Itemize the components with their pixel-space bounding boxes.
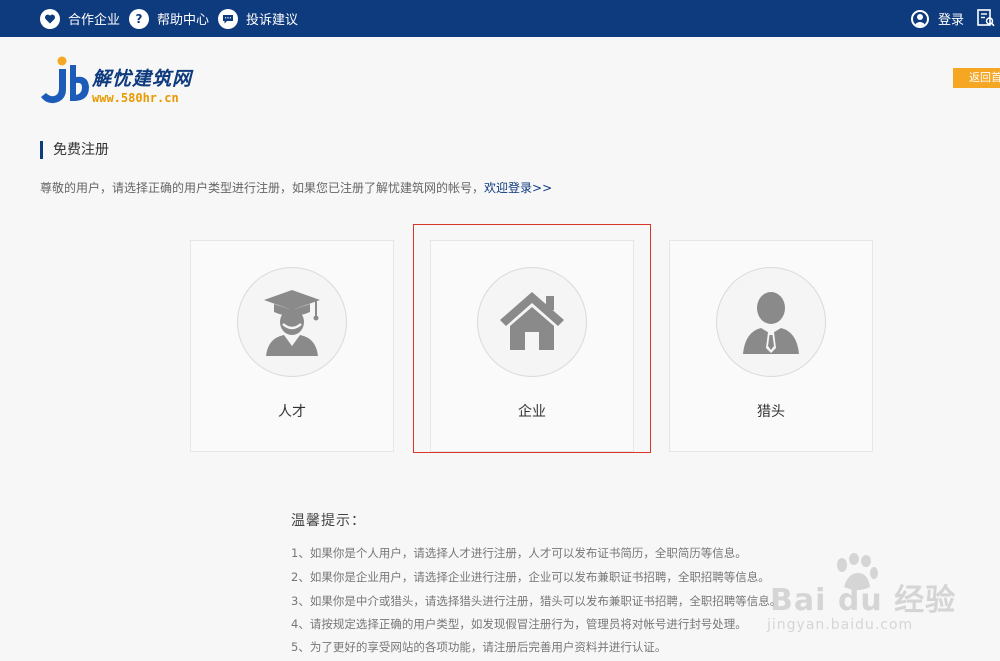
- logo-url: www.580hr.cn: [92, 91, 179, 105]
- logo-mark-icon: [41, 56, 89, 104]
- complaint-label: 投诉建议: [246, 13, 299, 28]
- back-home-button[interactable]: 返回首页: [953, 68, 1000, 88]
- user-icon: [911, 9, 929, 28]
- tip-item: 4、请按规定选择正确的用户类型，如发现假冒注册行为，管理员将对帐号进行封号处理。: [291, 617, 747, 631]
- businessman-icon: [743, 292, 799, 354]
- login-label: 登录: [938, 13, 965, 28]
- complaint-link[interactable]: 投诉建议: [218, 0, 298, 37]
- partner-label: 合作企业: [68, 13, 121, 28]
- talent-circle: [237, 267, 347, 377]
- enterprise-circle: [477, 267, 587, 377]
- card-headhunter[interactable]: 猎头: [669, 240, 873, 452]
- help-label: 帮助中心: [157, 13, 210, 28]
- section-title: 免费注册: [40, 141, 109, 159]
- register-icon[interactable]: [977, 9, 995, 27]
- card-enterprise-label: 企业: [518, 404, 546, 420]
- help-link[interactable]: ? 帮助中心: [129, 0, 209, 37]
- login-link[interactable]: 登录: [911, 0, 964, 37]
- tip-item: 3、如果你是中介或猎头，请选择猎头进行注册，猎头可以发布兼职证书招聘，全职招聘等…: [291, 594, 782, 608]
- tip-item: 2、如果你是企业用户，请选择企业进行注册，企业可以发布兼职证书招聘，全职招聘等信…: [291, 570, 770, 584]
- card-talent-label: 人才: [278, 404, 306, 420]
- top-bar: 合作企业 ? 帮助中心 投诉建议 登录: [0, 0, 1000, 37]
- login-welcome-link[interactable]: 欢迎登录>>: [484, 181, 552, 195]
- card-talent[interactable]: 人才: [190, 240, 394, 452]
- site-logo[interactable]: 解忧建筑网 www.580hr.cn: [40, 55, 220, 111]
- chat-icon: [218, 8, 238, 29]
- intro-message: 尊敬的用户，请选择正确的用户类型进行注册，如果您已注册了解忧建筑网的帐号，: [40, 181, 485, 195]
- house-icon: [500, 292, 564, 350]
- partner-link[interactable]: 合作企业: [40, 0, 120, 37]
- watermark-brand: Bai du 经验: [770, 583, 957, 618]
- card-headhunter-label: 猎头: [757, 404, 785, 420]
- tips-title: 温馨提示：: [291, 513, 366, 529]
- question-icon: ?: [129, 8, 149, 29]
- tip-item: 5、为了更好的享受网站的各项功能，请注册后完善用户资料并进行认证。: [291, 640, 667, 654]
- logo-name: 解忧建筑网: [92, 68, 193, 90]
- watermark-url: jingyan.baidu.com: [767, 617, 914, 633]
- paw-icon: [837, 553, 878, 590]
- card-enterprise[interactable]: 企业: [430, 240, 634, 452]
- intro-text: 尊敬的用户，请选择正确的用户类型进行注册，如果您已注册了解忧建筑网的帐号，欢迎登…: [40, 179, 552, 196]
- graduate-icon: [264, 290, 320, 356]
- baidu-watermark: Bai du 经验 jingyan.baidu.com: [765, 553, 990, 653]
- headhunter-circle: [716, 267, 826, 377]
- tip-item: 1、如果你是个人用户，请选择人才进行注册，人才可以发布证书简历，全职简历等信息。: [291, 546, 747, 560]
- heart-handshake-icon: [40, 8, 60, 29]
